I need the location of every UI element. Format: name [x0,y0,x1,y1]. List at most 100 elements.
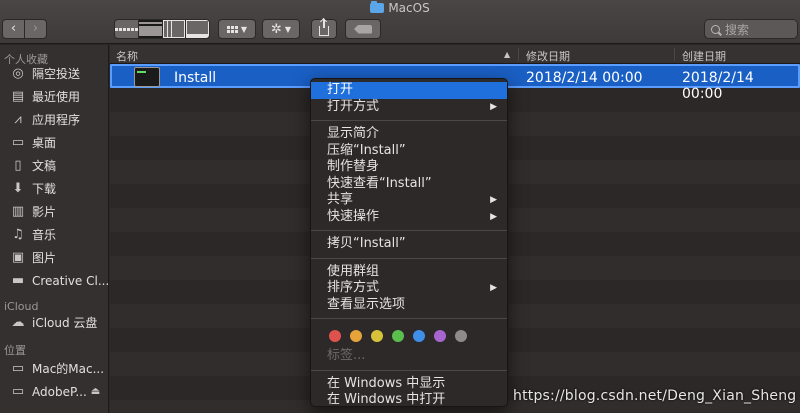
menu-item-tags[interactable]: 标签... [311,348,507,365]
sidebar-item-music[interactable]: ♫ 音乐 [0,223,108,246]
menu-item-use-groups[interactable]: 使用群组 [311,264,507,281]
disk-icon: ▭ [11,384,25,399]
menu-item-share[interactable]: 共享 ▶ [311,192,507,209]
chevron-down-icon: ▼ [284,24,292,34]
column-view-button[interactable] [161,20,186,38]
menu-item-open-in-windows[interactable]: 在 Windows 中打开 [311,392,507,409]
file-name: Install [174,70,217,86]
sidebar-header-favorites: 个人收藏 [4,53,48,66]
sidebar-header-icloud: iCloud [4,300,39,313]
context-menu: 打开 打开方式 ▶ 显示简介 压缩“Install” 制作替身 快速查看“Inst… [310,78,508,407]
sidebar-item-downloads[interactable]: ⬇ 下载 [0,177,108,200]
sidebar-item-icloud-drive[interactable]: ☁ iCloud 云盘 [0,311,108,334]
eject-icon[interactable]: ⏏ [91,386,100,397]
laptop-icon: ▭ [11,361,25,376]
menu-item-compress[interactable]: 压缩“Install” [311,143,507,160]
sidebar-item-movies[interactable]: ▥ 影片 [0,200,108,223]
sidebar-item-desktop[interactable]: ▭ 桌面 [0,131,108,154]
gear-icon: ✲ [270,21,282,37]
menu-separator [311,318,507,319]
sidebar-header-locations: 位置 [4,344,26,357]
window-title-text: MacOS [388,1,430,15]
folder-icon [370,1,385,13]
watermark-text: https://blog.csdn.net/Deng_Xian_Sheng [513,388,797,404]
tag-color-dot-4[interactable] [413,330,425,342]
tag-color-dot-5[interactable] [434,330,446,342]
tag-icon [354,24,372,34]
sidebar-item-applications[interactable]: ⩘ 应用程序 [0,108,108,131]
terminal-icon [134,67,160,87]
sidebar-item-adobe-disk[interactable]: ▭ AdobeP... ⏏ [0,380,108,403]
menu-item-copy[interactable]: 拷贝“Install” [311,236,507,253]
menu-item-quick-look[interactable]: 快速查看“Install” [311,176,507,193]
gallery-view-button[interactable] [185,20,209,38]
chevron-down-icon: ▼ [240,24,248,34]
column-header: 名称 ▲ 修改日期 创建日期 [110,45,800,64]
menu-item-make-alias[interactable]: 制作替身 [311,159,507,176]
tag-color-dot-2[interactable] [371,330,383,342]
column-divider [674,48,675,61]
group-icon [226,25,238,33]
downloads-icon: ⬇ [12,181,24,196]
music-icon: ♫ [12,227,24,242]
chevron-left-icon[interactable]: ‹ [3,20,24,38]
movies-icon: ▥ [11,204,25,219]
sidebar-item-creative-cloud[interactable]: ▬ Creative Cl... [0,269,108,292]
sidebar-item-documents[interactable]: ▯ 文稿 [0,154,108,177]
share-button[interactable] [311,19,337,39]
sidebar-item-airdrop[interactable]: ◎ 隔空投送 [0,62,108,85]
desktop-icon: ▭ [11,135,25,150]
menu-separator [311,120,507,121]
recents-icon: ▤ [11,89,25,104]
search-input[interactable]: 搜索 [704,19,798,39]
column-created[interactable]: 创建日期 [682,48,726,64]
column-name[interactable]: 名称 [116,48,138,64]
menu-item-sort-by[interactable]: 排序方式 ▶ [311,280,507,297]
menu-separator [311,230,507,231]
tag-color-dot-6[interactable] [455,330,467,342]
tag-button[interactable] [345,19,381,39]
group-by-button[interactable]: ▼ [218,19,256,39]
menu-separator [311,369,507,371]
menu-item-show-in-windows[interactable]: 在 Windows 中显示 [311,376,507,393]
chevron-right-icon[interactable]: › [24,20,46,38]
sidebar: 个人收藏 ◎ 隔空投送 ▤ 最近使用 ⩘ 应用程序 ▭ 桌面 ▯ 文稿 ⬇ 下载 ▥ 影片 ♫… [0,45,109,413]
window-toolbar: MacOS ‹ › ▼ ✲ ▼ 搜索 [0,0,800,44]
submenu-arrow-icon: ▶ [490,195,497,205]
menu-item-view-options[interactable]: 查看显示选项 [311,297,507,314]
file-modified: 2018/2/14 00:00 [526,70,643,86]
search-icon [711,24,720,34]
view-mode-group [114,19,210,39]
sidebar-item-recents[interactable]: ▤ 最近使用 [0,85,108,108]
airdrop-icon: ◎ [12,66,24,81]
column-divider [518,48,519,61]
menu-item-get-info[interactable]: 显示简介 [311,126,507,143]
sort-chevron-icon: ▲ [504,50,511,59]
columns-icon [162,20,186,38]
documents-icon: ▯ [14,158,22,173]
gallery-icon [186,20,209,38]
tag-color-dot-0[interactable] [329,330,341,342]
menu-item-open-with[interactable]: 打开方式 ▶ [311,99,507,116]
pictures-icon: ▣ [11,250,25,265]
list-icon [139,20,162,38]
tag-color-dot-1[interactable] [350,330,362,342]
search-placeholder: 搜索 [725,22,750,37]
applications-icon: ⩘ [14,112,22,127]
folder-icon: ▬ [11,273,25,288]
icon-view-button[interactable] [115,20,138,38]
tag-color-row [311,324,507,348]
navigation-group: ‹ › [2,19,47,39]
grid-icon [115,20,138,38]
list-view-button[interactable] [138,20,162,38]
menu-item-quick-actions[interactable]: 快速操作 ▶ [311,209,507,226]
sidebar-item-mac[interactable]: ▭ Mac的Mac... [0,357,108,380]
action-button[interactable]: ✲ ▼ [262,19,300,39]
submenu-arrow-icon: ▶ [490,283,497,293]
tag-color-dot-3[interactable] [392,330,404,342]
sidebar-item-pictures[interactable]: ▣ 图片 [0,246,108,269]
window-title: MacOS [0,1,800,15]
menu-separator [311,257,507,259]
column-modified[interactable]: 修改日期 [526,48,570,64]
menu-item-open[interactable]: 打开 [311,82,507,99]
